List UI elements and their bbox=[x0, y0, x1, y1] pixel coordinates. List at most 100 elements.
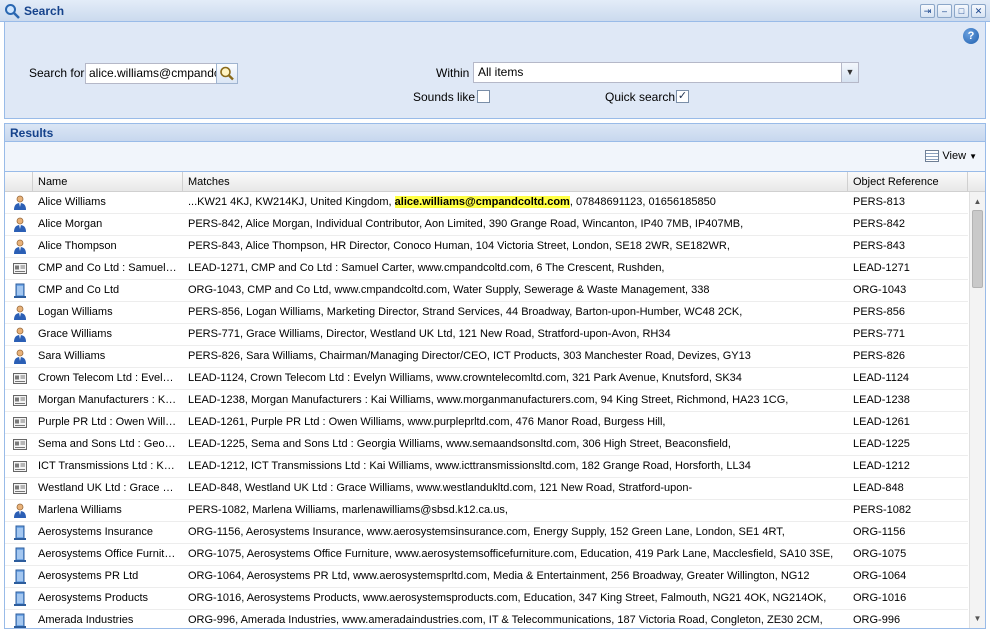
quick-search-checkbox[interactable]: ✓ bbox=[676, 90, 689, 103]
match-text: ORG-1156, Aerosystems Insurance, www.aer… bbox=[188, 526, 785, 538]
table-row[interactable]: Crown Telecom Ltd : Evelyn Williams LEAD-… bbox=[5, 368, 968, 390]
table-row[interactable]: ICT Transmissions Ltd : Kai Williams LEAD… bbox=[5, 456, 968, 478]
row-matches: ORG-1064, Aerosystems PR Ltd, www.aerosy… bbox=[183, 566, 845, 587]
reference-column-header[interactable]: Object Reference bbox=[848, 172, 968, 192]
help-icon[interactable]: ? bbox=[963, 28, 979, 44]
table-row[interactable]: Sara Williams PERS-826, Sara Williams, Ch… bbox=[5, 346, 968, 368]
row-name: Aerosystems PR Ltd bbox=[38, 570, 139, 582]
match-text: ORG-996, Amerada Industries, www.amerada… bbox=[188, 614, 823, 626]
results-header: Results bbox=[4, 123, 986, 142]
search-magnifier-icon bbox=[5, 4, 20, 19]
search-input[interactable]: alice.williams@cmpandcoltd.com bbox=[85, 63, 218, 84]
row-name: CMP and Co Ltd bbox=[38, 284, 120, 296]
sounds-like-label: Sounds like bbox=[413, 90, 476, 104]
icon-column-header bbox=[5, 172, 33, 192]
vertical-scrollbar[interactable]: ▲ ▼ bbox=[969, 192, 985, 628]
match-text: PERS-1082, Marlena Williams, marlenawill… bbox=[188, 504, 508, 516]
matches-column-header[interactable]: Matches bbox=[183, 172, 848, 192]
chevron-down-icon: ▼ bbox=[969, 151, 977, 161]
row-name: CMP and Co Ltd : Samuel Carter bbox=[38, 262, 183, 274]
row-matches: ORG-1043, CMP and Co Ltd, www.cmpandcolt… bbox=[183, 280, 845, 301]
scroll-down-icon[interactable]: ▼ bbox=[970, 611, 985, 626]
scrollbar-thumb[interactable] bbox=[972, 210, 983, 288]
match-text: ORG-1075, Aerosystems Office Furniture, … bbox=[188, 548, 834, 560]
table-row[interactable]: Alice Thompson PERS-843, Alice Thompson, … bbox=[5, 236, 968, 258]
lead-card-icon bbox=[5, 456, 33, 477]
row-matches: ...KW21 4KJ, KW214KJ, United Kingdom, al… bbox=[183, 192, 845, 213]
chevron-down-icon[interactable]: ▼ bbox=[841, 63, 858, 82]
row-matches: ORG-996, Amerada Industries, www.amerada… bbox=[183, 610, 845, 628]
match-text: ORG-1016, Aerosystems Products, www.aero… bbox=[188, 592, 827, 604]
table-row[interactable]: Aerosystems PR Ltd ORG-1064, Aerosystems … bbox=[5, 566, 968, 588]
row-matches: ORG-1156, Aerosystems Insurance, www.aer… bbox=[183, 522, 845, 543]
match-text: LEAD-848, Westland UK Ltd : Grace Willia… bbox=[188, 482, 693, 494]
table-row[interactable]: Morgan Manufacturers : Kai Williams LEAD-… bbox=[5, 390, 968, 412]
row-matches: LEAD-1238, Morgan Manufacturers : Kai Wi… bbox=[183, 390, 845, 411]
row-name: Alice Williams bbox=[38, 196, 106, 208]
view-label: View bbox=[942, 150, 967, 162]
table-row[interactable]: Purple PR Ltd : Owen Williams LEAD-1261, … bbox=[5, 412, 968, 434]
table-row[interactable]: Logan Williams PERS-856, Logan Williams, … bbox=[5, 302, 968, 324]
search-for-label: Search for bbox=[29, 66, 85, 80]
row-matches: ORG-1016, Aerosystems Products, www.aero… bbox=[183, 588, 845, 609]
row-name: Amerada Industries bbox=[38, 614, 134, 626]
table-row[interactable]: Amerada Industries ORG-996, Amerada Indus… bbox=[5, 610, 968, 628]
search-icon bbox=[220, 66, 234, 81]
close-button[interactable]: ✕ bbox=[971, 4, 986, 18]
row-reference: LEAD-1225 bbox=[853, 438, 910, 450]
results-rows: Alice Williams ...KW21 4KJ, KW214KJ, Unit… bbox=[5, 192, 968, 628]
organization-building-icon bbox=[5, 588, 33, 609]
row-reference: LEAD-1238 bbox=[853, 394, 910, 406]
match-text: PERS-771, Grace Williams, Director, West… bbox=[188, 328, 671, 340]
table-row[interactable]: CMP and Co Ltd ORG-1043, CMP and Co Ltd, … bbox=[5, 280, 968, 302]
within-select[interactable]: All items ▼ bbox=[473, 62, 859, 83]
sounds-like-checkbox[interactable] bbox=[477, 90, 490, 103]
grid-view-icon bbox=[925, 150, 940, 162]
table-row[interactable]: CMP and Co Ltd : Samuel Carter LEAD-1271,… bbox=[5, 258, 968, 280]
name-column-header[interactable]: Name bbox=[33, 172, 183, 192]
scroll-up-icon[interactable]: ▲ bbox=[970, 194, 985, 209]
pin-button[interactable]: ⇥ bbox=[920, 4, 935, 18]
minimize-button[interactable]: – bbox=[937, 4, 952, 18]
table-row[interactable]: Sema and Sons Ltd : Georgia Williams LEAD… bbox=[5, 434, 968, 456]
match-text: LEAD-1271, CMP and Co Ltd : Samuel Carte… bbox=[188, 262, 665, 274]
row-reference: PERS-842 bbox=[853, 218, 905, 230]
table-row[interactable]: Grace Williams PERS-771, Grace Williams, … bbox=[5, 324, 968, 346]
row-reference: PERS-813 bbox=[853, 196, 905, 208]
row-reference: PERS-826 bbox=[853, 350, 905, 362]
grid-header: Name Matches Object Reference bbox=[5, 172, 985, 192]
results-title: Results bbox=[10, 126, 54, 140]
row-reference: ORG-1156 bbox=[853, 526, 906, 538]
table-row[interactable]: Alice Morgan PERS-842, Alice Morgan, Indi… bbox=[5, 214, 968, 236]
row-matches: PERS-771, Grace Williams, Director, West… bbox=[183, 324, 845, 345]
row-matches: LEAD-1124, Crown Telecom Ltd : Evelyn Wi… bbox=[183, 368, 845, 389]
table-row[interactable]: Aerosystems Office Furniture ORG-1075, Ae… bbox=[5, 544, 968, 566]
row-reference: PERS-843 bbox=[853, 240, 905, 252]
person-icon bbox=[5, 192, 33, 213]
table-row[interactable]: Aerosystems Insurance ORG-1156, Aerosyste… bbox=[5, 522, 968, 544]
window-titlebar: Search ⇥ – □ ✕ bbox=[0, 0, 990, 22]
lead-card-icon bbox=[5, 390, 33, 411]
lead-card-icon bbox=[5, 434, 33, 455]
row-reference: LEAD-1271 bbox=[853, 262, 910, 274]
person-icon bbox=[5, 236, 33, 257]
row-matches: LEAD-848, Westland UK Ltd : Grace Willia… bbox=[183, 478, 845, 499]
match-text-after: , 07848691123, 01656185850 bbox=[569, 196, 716, 208]
row-matches: PERS-856, Logan Williams, Marketing Dire… bbox=[183, 302, 845, 323]
row-matches: PERS-842, Alice Morgan, Individual Contr… bbox=[183, 214, 845, 235]
search-button[interactable] bbox=[216, 63, 238, 84]
maximize-button[interactable]: □ bbox=[954, 4, 969, 18]
table-row[interactable]: Marlena Williams PERS-1082, Marlena Willi… bbox=[5, 500, 968, 522]
row-matches: LEAD-1271, CMP and Co Ltd : Samuel Carte… bbox=[183, 258, 845, 279]
view-menu-button[interactable]: View ▼ bbox=[925, 150, 977, 162]
table-row[interactable]: Alice Williams ...KW21 4KJ, KW214KJ, Unit… bbox=[5, 192, 968, 214]
row-matches: PERS-826, Sara Williams, Chairman/Managi… bbox=[183, 346, 845, 367]
row-name: Grace Williams bbox=[38, 328, 112, 340]
table-row[interactable]: Aerosystems Products ORG-1016, Aerosystem… bbox=[5, 588, 968, 610]
row-reference: PERS-771 bbox=[853, 328, 905, 340]
match-text: PERS-843, Alice Thompson, HR Director, C… bbox=[188, 240, 730, 252]
table-row[interactable]: Westland UK Ltd : Grace Williams LEAD-848… bbox=[5, 478, 968, 500]
row-name: Logan Williams bbox=[38, 306, 113, 318]
row-reference: PERS-856 bbox=[853, 306, 905, 318]
row-reference: ORG-1064 bbox=[853, 570, 907, 582]
